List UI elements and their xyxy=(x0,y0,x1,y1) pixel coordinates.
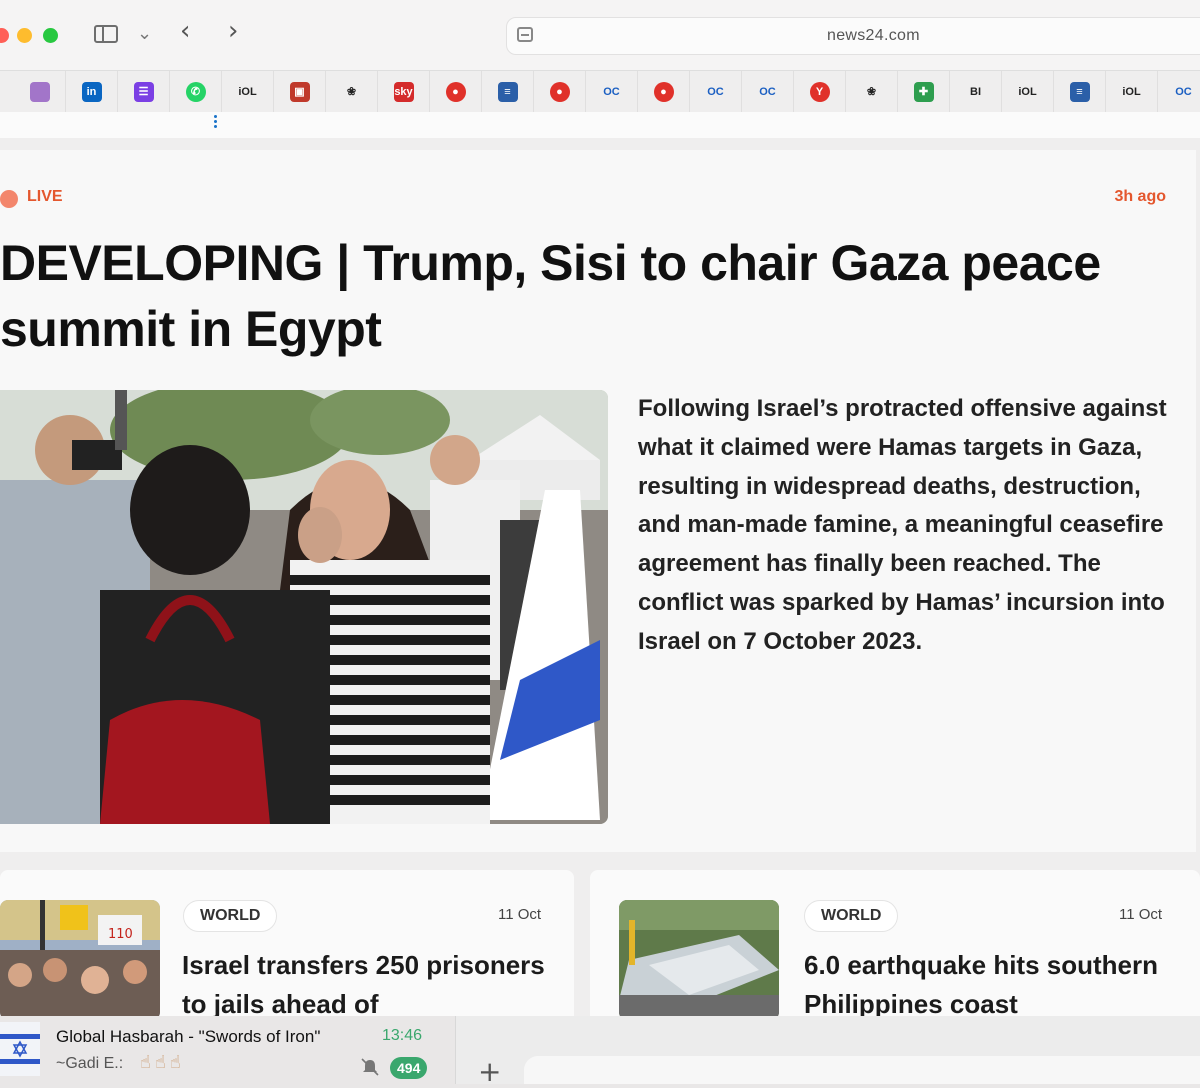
page-subbar xyxy=(0,112,1200,138)
elephant-icon: ▣ xyxy=(289,82,310,102)
favorite-purple-app[interactable]: ☰ xyxy=(118,71,170,113)
favorite-oc[interactable]: OC xyxy=(742,71,794,113)
chat-sender: ~Gadi E.: xyxy=(56,1055,124,1072)
sidebar-toggle-icon[interactable] xyxy=(94,25,118,43)
bi-icon: BI xyxy=(970,86,981,98)
favorite-linkedin[interactable]: in xyxy=(66,71,118,113)
favorite-oc[interactable]: OC xyxy=(586,71,638,113)
favorite-oc[interactable]: OC xyxy=(690,71,742,113)
close-window-button[interactable] xyxy=(0,28,9,43)
y-icon: Y xyxy=(809,82,830,102)
category-tag[interactable]: WORLD xyxy=(804,900,899,932)
chat-time: 13:46 xyxy=(382,1027,423,1044)
linkedin-icon: in xyxy=(81,82,102,102)
card-date: 11 Oct xyxy=(498,906,542,923)
minimize-window-button[interactable] xyxy=(17,28,32,43)
muted-bell-icon xyxy=(361,1058,379,1076)
favorite-flag[interactable]: ≡ xyxy=(1054,71,1106,113)
favorite-badge[interactable]: ❀ xyxy=(846,71,898,113)
news-page: LIVE 3h ago DEVELOPING | Trump, Sisi to … xyxy=(0,138,1200,1030)
zoom-window-button[interactable] xyxy=(43,28,58,43)
chat-name: Global Hasbarah - "Swords of Iron" xyxy=(56,1027,321,1046)
oc-icon: OC xyxy=(1175,86,1192,98)
favorite-bookmark-arrow[interactable] xyxy=(14,71,66,113)
red-news-icon: ● xyxy=(653,82,674,102)
favorite-red-news[interactable]: ● xyxy=(430,71,482,113)
group-avatar xyxy=(0,1022,40,1076)
favorite-whatsapp[interactable]: ✆ xyxy=(170,71,222,113)
flag-icon: ≡ xyxy=(1069,82,1090,102)
favorite-flag[interactable]: ≡ xyxy=(482,71,534,113)
favorite-oc[interactable]: OC xyxy=(1158,71,1200,113)
favorites-bar: in ☰ ✆ iOL ▣ ❀ sky ● ≡ ● OC ● OC OC Y ❀ ✚ BI iOL ≡ iOL OC xyxy=(0,70,1200,114)
iol-icon: iOL xyxy=(1018,86,1037,98)
badge-icon: ❀ xyxy=(866,86,877,98)
browser-toolbar: ⌄ ‹ › news24.com xyxy=(0,0,1200,70)
plus-icon[interactable]: + xyxy=(478,1058,501,1086)
more-vertical-icon[interactable] xyxy=(214,113,218,133)
hero-summary: Following Israel’s protracted offensive … xyxy=(638,395,1167,655)
message-input[interactable] xyxy=(524,1056,1200,1084)
favorite-bi[interactable]: BI xyxy=(950,71,1002,113)
favorite-green-cross[interactable]: ✚ xyxy=(898,71,950,113)
favorite-red-news[interactable]: ● xyxy=(638,71,690,113)
chevron-down-icon[interactable]: ⌄ xyxy=(137,23,152,44)
card-title[interactable]: Israel transfers 250 prisoners to jails … xyxy=(182,946,552,1024)
card-thumbnail[interactable] xyxy=(619,900,779,1020)
news-card[interactable]: 110 WORLD 11 Oct Israel transfers 250 pr… xyxy=(0,870,574,1030)
address-bar[interactable]: news24.com xyxy=(506,17,1200,55)
svg-text:110: 110 xyxy=(108,927,133,942)
favorite-sky-news[interactable]: sky xyxy=(378,71,430,113)
card-date: 11 Oct xyxy=(1119,906,1163,923)
oc-icon: OC xyxy=(759,86,776,98)
red-news-icon: ● xyxy=(445,82,466,102)
url-text[interactable]: news24.com xyxy=(827,27,920,45)
sky-news-icon: sky xyxy=(393,82,414,102)
forward-arrow-icon[interactable]: › xyxy=(228,18,238,44)
card-thumbnail[interactable]: 110 xyxy=(0,900,160,1020)
favorite-y[interactable]: Y xyxy=(794,71,846,113)
iol-icon: iOL xyxy=(1122,86,1141,98)
flag-icon: ≡ xyxy=(497,82,518,102)
hero-photo[interactable] xyxy=(0,390,608,824)
favorite-red-news[interactable]: ● xyxy=(534,71,586,113)
back-arrow-icon[interactable]: ‹ xyxy=(180,18,190,44)
whatsapp-icon: ✆ xyxy=(185,82,206,102)
favorite-iol[interactable]: iOL xyxy=(1106,71,1158,113)
bookmark-arrow-icon xyxy=(29,82,50,102)
live-label: LIVE xyxy=(27,188,63,205)
green-cross-icon: ✚ xyxy=(913,82,934,102)
unread-count-badge: 494 xyxy=(390,1057,428,1079)
live-dot-icon xyxy=(0,190,18,208)
purple-app-icon: ☰ xyxy=(133,82,154,102)
news-card[interactable]: WORLD 11 Oct 6.0 earthquake hits souther… xyxy=(590,870,1200,1030)
red-news-icon: ● xyxy=(549,82,570,102)
card-title[interactable]: 6.0 earthquake hits southern Philippines… xyxy=(804,946,1174,1024)
globe-icon: ❀ xyxy=(346,86,357,98)
hero-headline[interactable]: DEVELOPING | Trump, Sisi to chair Gaza p… xyxy=(0,230,1120,362)
oc-icon: OC xyxy=(707,86,724,98)
favorite-iol[interactable]: iOL xyxy=(222,71,274,113)
category-tag[interactable]: WORLD xyxy=(183,900,278,932)
chat-list-item[interactable]: Global Hasbarah - "Swords of Iron" 13:46… xyxy=(0,1016,456,1084)
iol-icon: iOL xyxy=(238,86,257,98)
page-menu-icon[interactable] xyxy=(517,27,533,42)
favorite-iol[interactable]: iOL xyxy=(1002,71,1054,113)
time-ago: 3h ago xyxy=(1114,188,1166,205)
favorite-globe[interactable]: ❀ xyxy=(326,71,378,113)
hero-article[interactable]: LIVE 3h ago DEVELOPING | Trump, Sisi to … xyxy=(0,150,1196,852)
favorite-elephant[interactable]: ▣ xyxy=(274,71,326,113)
oc-icon: OC xyxy=(603,86,620,98)
pointing-hand-icon: ☝☝☝ xyxy=(140,1052,185,1073)
